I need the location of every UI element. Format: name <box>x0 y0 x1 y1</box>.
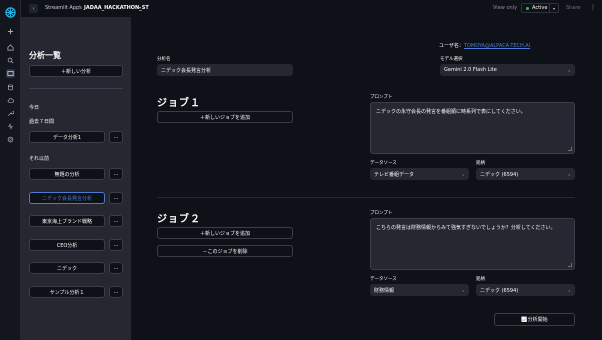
main-content: ユーザ名：TOMOYA@ALPACA-TECH.AI 分析名 ニデック会長発言分… <box>131 17 602 340</box>
prompt-text: こちらの発言は財務情報からみて強気すぎないでしょうか？分析してください。 <box>376 225 556 231</box>
user-email-link[interactable]: TOMOYA@ALPACA-TECH.AI <box>464 43 530 49</box>
model-select-value: Gemini 2.0 Flash Lite <box>444 67 497 73</box>
view-only-label: View only <box>493 5 518 11</box>
activity-icon[interactable] <box>6 122 15 131</box>
section-earlier: それ以前 <box>29 156 50 162</box>
chevron-down-icon: ⌄ <box>567 287 571 293</box>
item-more-button[interactable]: ... <box>109 215 123 227</box>
prompt-text: ニデックの永守会長の発言を番組順に時系列で表にしてください。 <box>376 109 526 115</box>
sidebar-item-nidec-chairman[interactable]: ニデック会長発言分析 <box>29 192 105 204</box>
add-job-button[interactable]: ＋新しいジョブを追加 <box>157 227 293 239</box>
prompt-label: プロンプト <box>370 211 393 216</box>
chevron-down-icon: ⌄ <box>461 171 465 177</box>
top-bar: ‹ Streamlit Apps / JADAA_HACKATHON_ST ▾ … <box>21 0 602 17</box>
ticker-value: ニデック (6594) <box>480 287 519 294</box>
prompt-textarea[interactable]: ニデックの永守会長の発言を番組順に時系列で表にしてください。 <box>370 102 575 154</box>
delete-job-button[interactable]: －このジョブを削除 <box>157 245 293 257</box>
chevron-down-icon[interactable]: ▾ <box>549 4 558 12</box>
divider <box>157 197 575 198</box>
item-more-button[interactable]: ... <box>109 262 123 274</box>
share-button[interactable]: Share <box>566 5 580 11</box>
job-2-title: ジョブ２ <box>157 214 201 225</box>
sidebar-item-sample-analysis-1[interactable]: サンプル分析１ <box>29 286 105 298</box>
back-button[interactable]: ‹ <box>29 4 38 13</box>
user-info: ユーザ名：TOMOYA@ALPACA-TECH.AI <box>439 42 530 49</box>
home-icon[interactable] <box>6 43 15 52</box>
database-icon[interactable] <box>6 83 15 92</box>
item-more-button[interactable]: ... <box>109 239 123 251</box>
status-dropdown[interactable]: Active ▾ <box>521 3 559 13</box>
model-label: モデル選択 <box>440 57 463 62</box>
breadcrumb-app[interactable]: Streamlit Apps <box>45 5 82 11</box>
ticker-label: 銘柄 <box>476 277 485 282</box>
add-job-button[interactable]: ＋新しいジョブを追加 <box>157 111 293 123</box>
analysis-name-label: 分析名 <box>157 57 171 62</box>
analysis-name-input[interactable]: ニデック会長発言分析 <box>157 64 293 76</box>
chevron-down-icon: ⌄ <box>567 171 571 177</box>
user-label: ユーザ名： <box>439 43 464 49</box>
more-options-icon[interactable]: ⋮ <box>590 4 596 11</box>
shield-icon[interactable] <box>6 135 15 144</box>
status-label: Active <box>532 5 548 11</box>
breadcrumb-separator: / <box>78 5 80 11</box>
icon-rail <box>0 0 21 340</box>
section-today: 今日 <box>29 105 40 111</box>
sidebar: 分析一覧 ＋新しい分析 今日 過去７日間 データ分析1 ... それ以前 無題の… <box>21 17 131 340</box>
status-dot-icon <box>526 6 529 10</box>
ticker-select[interactable]: ニデック (6594) ⌄ <box>476 168 575 180</box>
sidebar-item-untitled[interactable]: 無題の分析 <box>29 168 105 180</box>
tools-icon[interactable] <box>6 109 15 118</box>
model-select[interactable]: Gemini 2.0 Flash Lite ⌄ <box>440 64 575 76</box>
datasource-value: 財務情報 <box>374 287 395 294</box>
chevron-down-icon[interactable]: ▾ <box>139 5 141 10</box>
ticker-label: 銘柄 <box>476 161 485 166</box>
section-past-7-days: 過去７日間 <box>29 119 55 125</box>
chevron-left-icon: ‹ <box>32 5 35 12</box>
prompt-label: プロンプト <box>370 95 393 100</box>
sidebar-item-tokio-marine[interactable]: 東京海上ブランド戦略 <box>29 215 105 227</box>
chevron-down-icon: ⌄ <box>567 67 571 73</box>
chevron-down-icon: ⌄ <box>461 287 465 293</box>
prompt-textarea[interactable]: こちらの発言は財務情報からみて強気すぎないでしょうか？分析してください。 <box>370 218 575 270</box>
datasource-label: データソース <box>370 277 397 282</box>
datasource-label: データソース <box>370 161 397 166</box>
item-more-button[interactable]: ... <box>109 168 123 180</box>
plus-icon[interactable] <box>6 27 15 36</box>
search-icon[interactable] <box>6 56 15 65</box>
datasource-select[interactable]: テレビ番組データ ⌄ <box>370 168 469 180</box>
ticker-select[interactable]: ニデック (6594) ⌄ <box>476 284 575 296</box>
streamlit-logo-icon[interactable] <box>5 7 16 18</box>
cloud-icon[interactable] <box>6 96 15 105</box>
sidebar-item-nidec[interactable]: ニデック <box>29 262 105 274</box>
item-more-button[interactable]: ... <box>109 286 123 298</box>
new-analysis-button[interactable]: ＋新しい分析 <box>29 65 123 77</box>
divider <box>29 88 123 89</box>
resize-handle-icon[interactable] <box>568 263 572 267</box>
sidebar-item-ceo-analysis[interactable]: CEO分析 <box>29 239 105 251</box>
item-more-button[interactable]: ... <box>109 131 123 143</box>
job-1-title: ジョブ１ <box>157 98 201 109</box>
datasource-value: テレビ番組データ <box>374 171 415 178</box>
datasource-select[interactable]: 財務情報 ⌄ <box>370 284 469 296</box>
item-more-button[interactable]: ... <box>109 192 123 204</box>
sidebar-title: 分析一覧 <box>29 51 61 60</box>
resize-handle-icon[interactable] <box>568 147 572 151</box>
ticker-value: ニデック (6594) <box>480 171 519 178</box>
apps-icon[interactable] <box>6 69 15 78</box>
start-analysis-button[interactable]: 📈分析開始 <box>494 313 575 326</box>
sidebar-item-data-analysis-1[interactable]: データ分析1 <box>29 131 105 143</box>
